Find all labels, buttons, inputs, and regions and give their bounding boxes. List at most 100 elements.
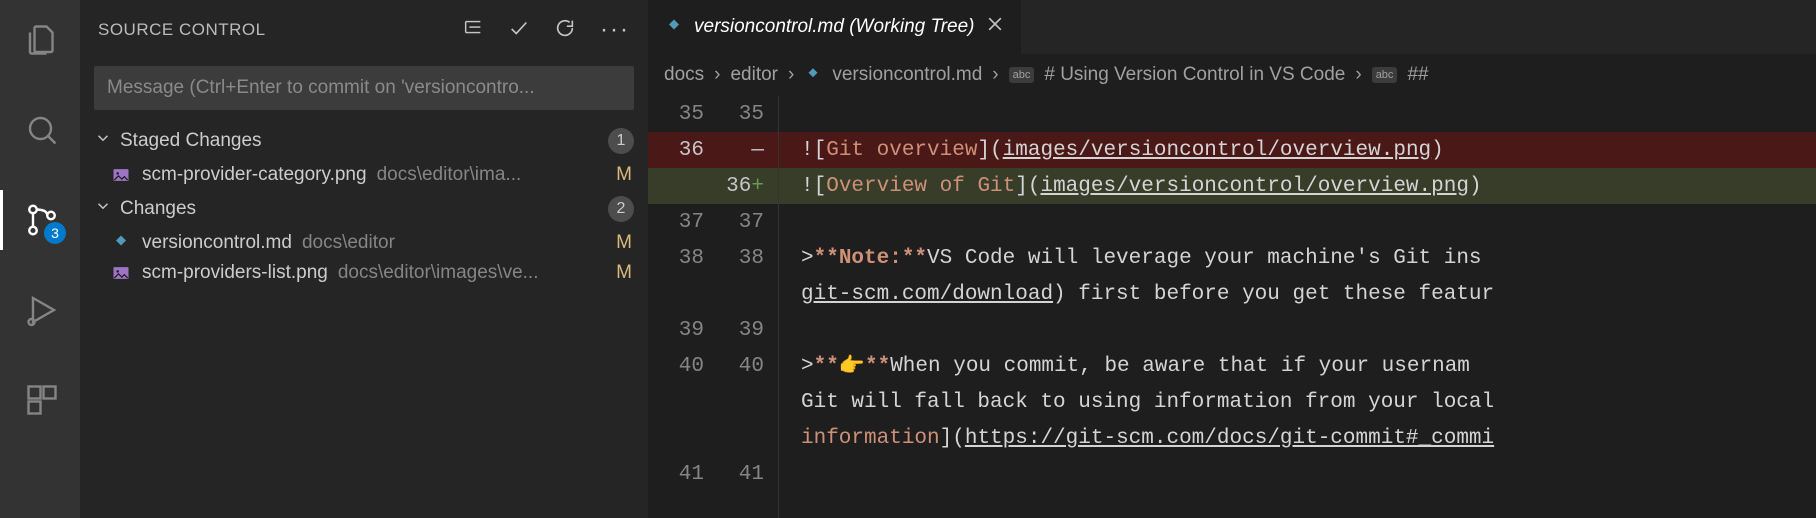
file-path: docs\editor\ima... xyxy=(377,164,604,186)
activity-run[interactable] xyxy=(0,280,80,340)
tab-label: versioncontrol.md (Working Tree) xyxy=(694,16,975,38)
scm-badge: 3 xyxy=(44,222,66,244)
chevron-right-icon: › xyxy=(1355,64,1361,86)
line-number xyxy=(718,276,778,312)
section-label: Staged Changes xyxy=(120,130,600,152)
file-path: docs\editor\images\ve... xyxy=(338,262,604,284)
run-debug-icon xyxy=(24,292,60,328)
activity-search[interactable] xyxy=(0,100,80,160)
chevron-right-icon: › xyxy=(714,64,720,86)
line-number: 40 xyxy=(648,348,718,384)
status-modified: M xyxy=(614,164,634,186)
close-icon xyxy=(985,14,1005,34)
markdown-file-icon xyxy=(804,66,822,84)
chevron-right-icon: › xyxy=(788,64,794,86)
activity-bar: 3 xyxy=(0,0,80,518)
activity-extensions[interactable] xyxy=(0,370,80,430)
line-number xyxy=(648,384,718,420)
activity-scm[interactable]: 3 xyxy=(0,190,80,250)
commit-message-input[interactable] xyxy=(94,66,634,110)
original-line-gutter: 35 36 37 38 39 40 41 xyxy=(648,96,718,518)
tab-bar: versioncontrol.md (Working Tree) xyxy=(648,0,1816,54)
file-row[interactable]: scm-providers-list.png docs\editor\image… xyxy=(80,258,648,288)
tab-versioncontrol-diff[interactable]: versioncontrol.md (Working Tree) xyxy=(648,0,1022,54)
line-number-gutters: 35 36 37 38 39 40 41 35 — 36+ 37 38 39 xyxy=(648,96,778,518)
modified-line-gutter: 35 — 36+ 37 38 39 40 41 xyxy=(718,96,778,518)
section-changes[interactable]: Changes 2 xyxy=(80,190,648,228)
status-modified: M xyxy=(614,232,634,254)
close-tab-button[interactable] xyxy=(985,14,1005,40)
line-number: 40 xyxy=(718,348,778,384)
line-number xyxy=(718,420,778,456)
breadcrumb-item[interactable]: # Using Version Control in VS Code xyxy=(1044,64,1345,86)
changes-count-badge: 2 xyxy=(608,196,634,222)
section-staged-changes[interactable]: Staged Changes 1 xyxy=(80,122,648,160)
code-line xyxy=(779,312,1816,348)
code-line: git-scm.com/download) first before you g… xyxy=(779,276,1816,312)
line-number: 37 xyxy=(648,204,718,240)
status-modified: M xyxy=(614,262,634,284)
file-name: scm-providers-list.png xyxy=(142,262,328,284)
sidebar-title-row: SOURCE CONTROL ··· xyxy=(80,0,648,60)
line-number: 38 xyxy=(718,240,778,276)
line-number xyxy=(648,276,718,312)
chevron-right-icon: › xyxy=(992,64,998,86)
line-number: 36+ xyxy=(718,168,778,204)
code-content[interactable]: ![Git overview](images/versioncontrol/ov… xyxy=(778,96,1816,518)
refresh-button[interactable] xyxy=(554,17,576,44)
markdown-file-icon xyxy=(110,232,132,254)
breadcrumb-item[interactable]: ## xyxy=(1407,64,1428,86)
list-tree-icon xyxy=(462,17,484,39)
file-row[interactable]: versioncontrol.md docs\editor M xyxy=(80,228,648,258)
code-line: >**👉** When you commit, be aware that if… xyxy=(779,348,1816,384)
more-actions-button[interactable]: ··· xyxy=(600,18,630,42)
breadcrumb-item[interactable]: editor xyxy=(730,64,778,86)
diff-editor[interactable]: 35 36 37 38 39 40 41 35 — 36+ 37 38 39 xyxy=(648,96,1816,518)
line-number: 35 xyxy=(718,96,778,132)
line-number xyxy=(648,420,718,456)
breadcrumb[interactable]: docs › editor › versioncontrol.md › abc … xyxy=(648,54,1816,96)
refresh-icon xyxy=(554,17,576,39)
view-as-tree-button[interactable] xyxy=(462,17,484,44)
symbol-string-icon: abc xyxy=(1009,67,1035,83)
section-label: Changes xyxy=(120,198,600,220)
image-file-icon xyxy=(110,164,132,186)
search-icon xyxy=(24,112,60,148)
code-line xyxy=(779,456,1816,492)
check-icon xyxy=(508,17,530,39)
file-name: scm-provider-category.png xyxy=(142,164,367,186)
sidebar-title: SOURCE CONTROL xyxy=(98,20,462,40)
files-icon xyxy=(24,22,60,58)
chevron-down-icon xyxy=(94,129,112,153)
breadcrumb-item[interactable]: docs xyxy=(664,64,704,86)
markdown-file-icon xyxy=(664,17,684,37)
commit-button[interactable] xyxy=(508,17,530,44)
symbol-string-icon: abc xyxy=(1372,67,1398,83)
file-path: docs\editor xyxy=(302,232,604,254)
scm-sidebar: SOURCE CONTROL ··· Staged Changes 1 scm-… xyxy=(80,0,648,518)
code-line xyxy=(779,96,1816,132)
line-number: 36 xyxy=(648,132,718,168)
line-number: 39 xyxy=(648,312,718,348)
line-number: 41 xyxy=(718,456,778,492)
code-line: information](https://git-scm.com/docs/gi… xyxy=(779,420,1816,456)
line-number: 41 xyxy=(648,456,718,492)
chevron-down-icon xyxy=(94,197,112,221)
activity-explorer[interactable] xyxy=(0,10,80,70)
scm-title-actions: ··· xyxy=(462,17,630,44)
line-number xyxy=(648,168,718,204)
code-line: Git will fall back to using information … xyxy=(779,384,1816,420)
code-line xyxy=(779,204,1816,240)
pointing-hand-icon: 👉 xyxy=(839,354,865,379)
extensions-icon xyxy=(24,382,60,418)
line-number: 38 xyxy=(648,240,718,276)
staged-count-badge: 1 xyxy=(608,128,634,154)
editor-group: versioncontrol.md (Working Tree) docs › … xyxy=(648,0,1816,518)
line-number: 37 xyxy=(718,204,778,240)
code-line: >**Note:** VS Code will leverage your ma… xyxy=(779,240,1816,276)
line-number: 39 xyxy=(718,312,778,348)
line-number: — xyxy=(718,132,778,168)
breadcrumb-item[interactable]: versioncontrol.md xyxy=(832,64,982,86)
image-file-icon xyxy=(110,262,132,284)
file-row[interactable]: scm-provider-category.png docs\editor\im… xyxy=(80,160,648,190)
